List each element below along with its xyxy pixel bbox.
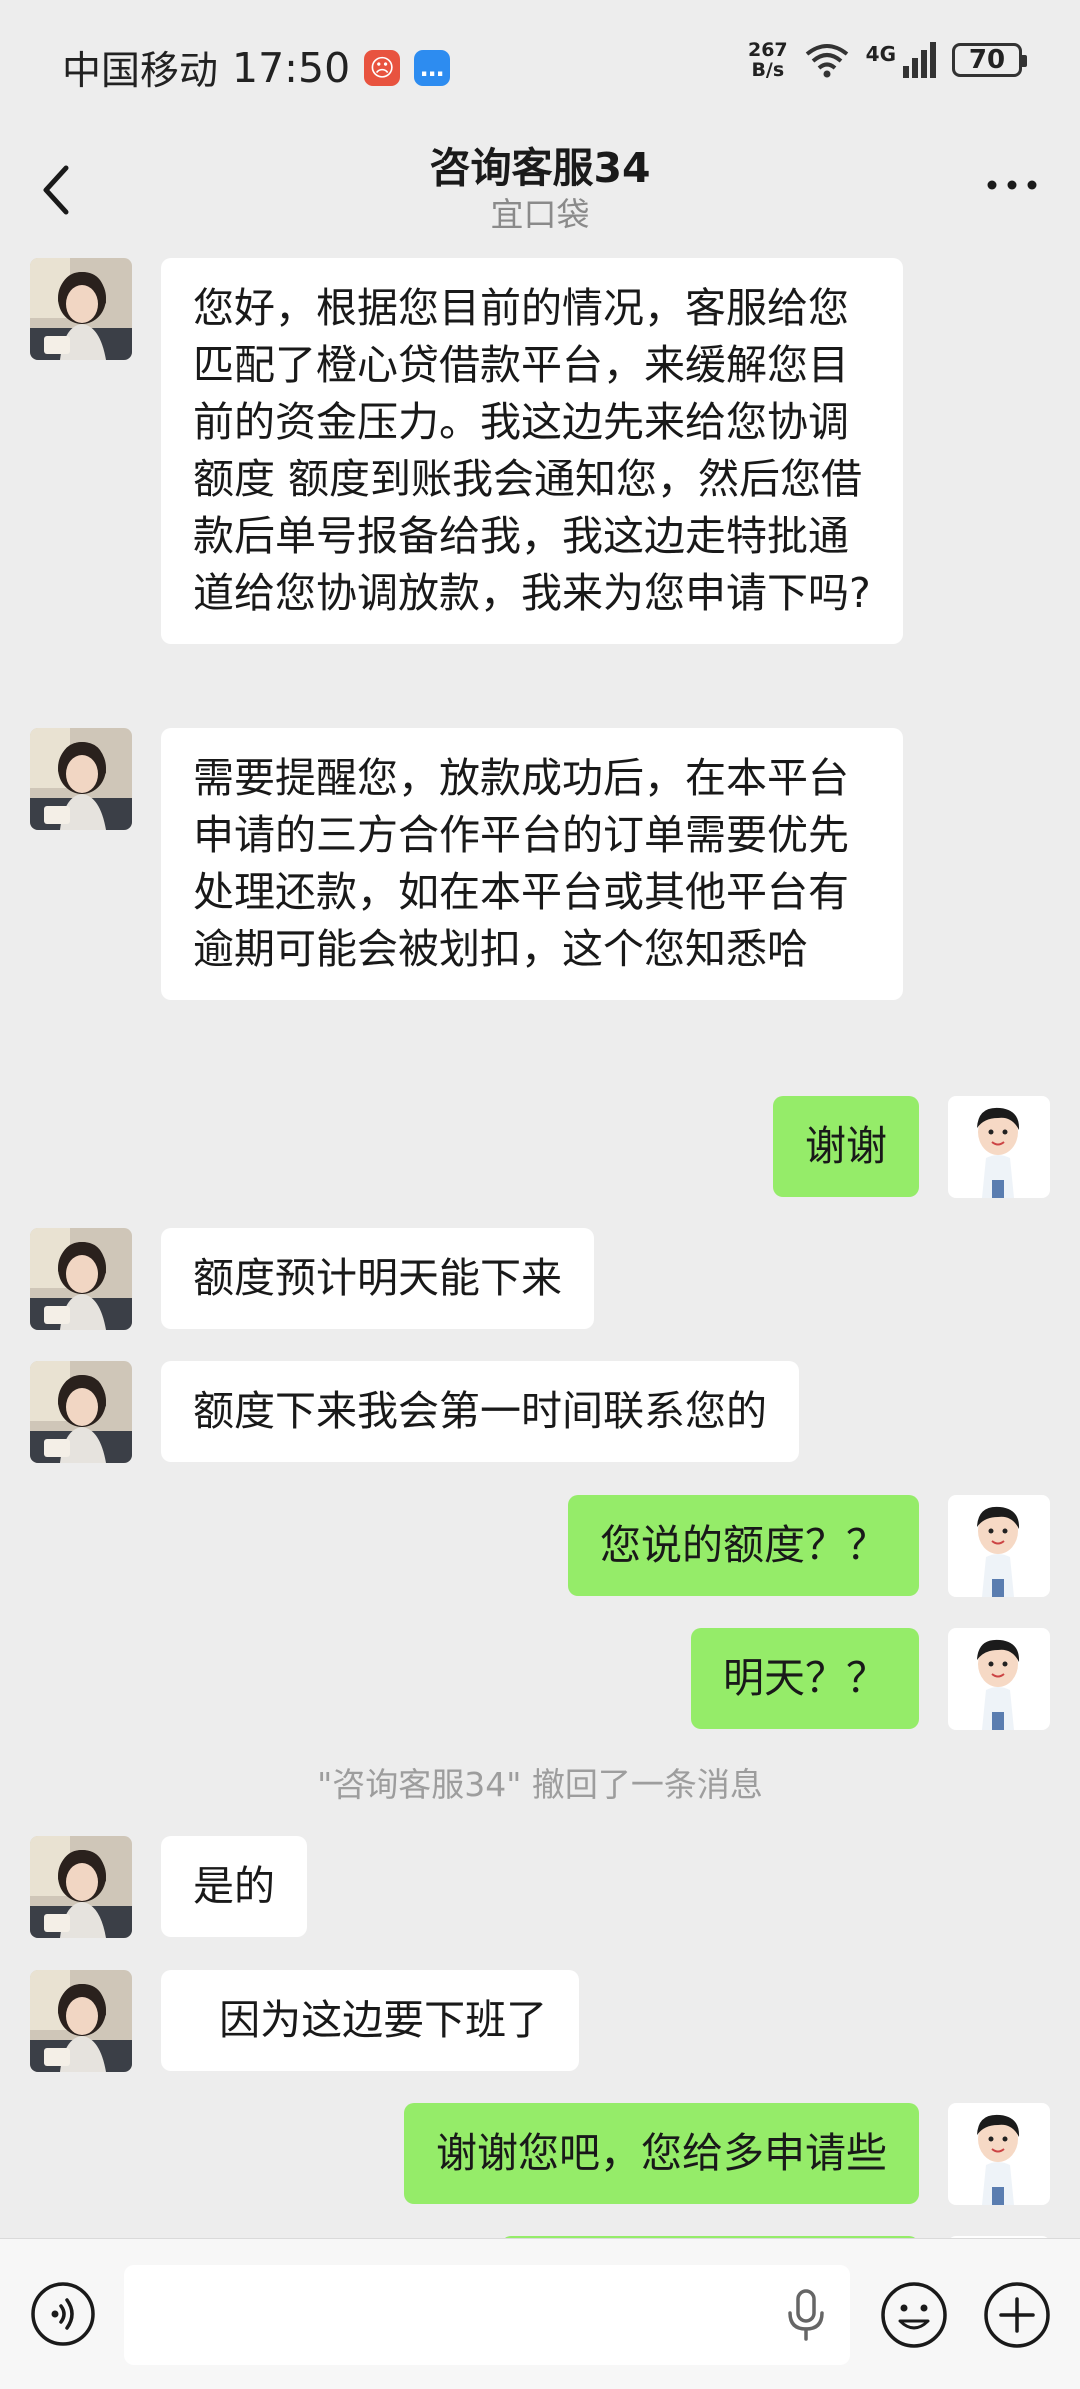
message-bubble[interactable]: 因为这边要下班了 [161,1970,580,2071]
network-speed: 267 B/s [747,39,788,81]
input-bar [0,2238,1080,2389]
app-notification-icon: ☹ [364,50,401,86]
avatar-agent[interactable] [30,258,132,360]
message-bubble[interactable]: 是的 [161,1836,307,1937]
message-bubble[interactable]: 额度下来我会第一时间联系您的 [161,1361,799,1462]
avatar-agent[interactable] [30,1970,132,2072]
message-input[interactable] [124,2265,850,2365]
more-dots-icon[interactable] [984,170,1040,200]
message-bubble[interactable]: 谢谢您吧，您给多申请些 [404,2103,919,2204]
message-bubble[interactable]: 额度预计明天能下来 [161,1228,594,1329]
avatar-user[interactable] [948,1495,1050,1597]
message-notification-icon: … [414,50,451,86]
status-bar: 中国移动 17:50 ☹ … 267 B/s 4G 70 [0,0,1080,130]
chat-header: 咨询客服34 宜口袋 [0,130,1080,248]
status-right: 267 B/s 4G 70 [747,39,1027,81]
message-bubble[interactable]: 明天？？ [691,1628,919,1729]
chat-subtitle: 宜口袋 [490,195,590,234]
clock: 17:50 [232,44,351,92]
carrier-name: 中国移动 [62,49,219,94]
message-bubble[interactable]: 您好，根据您目前的情况，客服给您匹配了橙心贷借款平台，来缓解您目前的资金压力。我… [161,258,903,644]
battery-indicator: 70 [952,43,1027,77]
microphone-icon[interactable] [782,2287,830,2343]
message-bubble[interactable]: 您说的额度？？ [568,1495,919,1596]
avatar-user[interactable] [948,1096,1050,1198]
chat-title: 咨询客服34 [429,144,651,192]
emoji-icon[interactable] [880,2281,948,2349]
status-left: 中国移动 17:50 ☹ … [62,40,451,96]
voice-mode-icon[interactable] [30,2281,96,2347]
avatar-user[interactable] [948,2103,1050,2205]
avatar-agent[interactable] [30,1228,132,1330]
wifi-icon [805,44,848,78]
cellular-signal-icon: 4G [866,42,936,78]
avatar-agent[interactable] [30,728,132,830]
avatar-agent[interactable] [30,1836,132,1938]
plus-icon[interactable] [983,2281,1051,2349]
avatar-user[interactable] [948,1628,1050,1730]
message-bubble[interactable]: 谢谢 [773,1096,919,1197]
chat-message-list[interactable]: 您好，根据您目前的情况，客服给您匹配了橙心贷借款平台，来缓解您目前的资金压力。我… [0,248,1080,2238]
message-bubble[interactable]: 需要提醒您，放款成功后，在本平台申请的三方合作平台的订单需要优先处理还款，如在本… [161,728,903,1000]
avatar-agent[interactable] [30,1361,132,1463]
recall-notice: "咨询客服34" 撤回了一条消息 [317,1765,763,1804]
